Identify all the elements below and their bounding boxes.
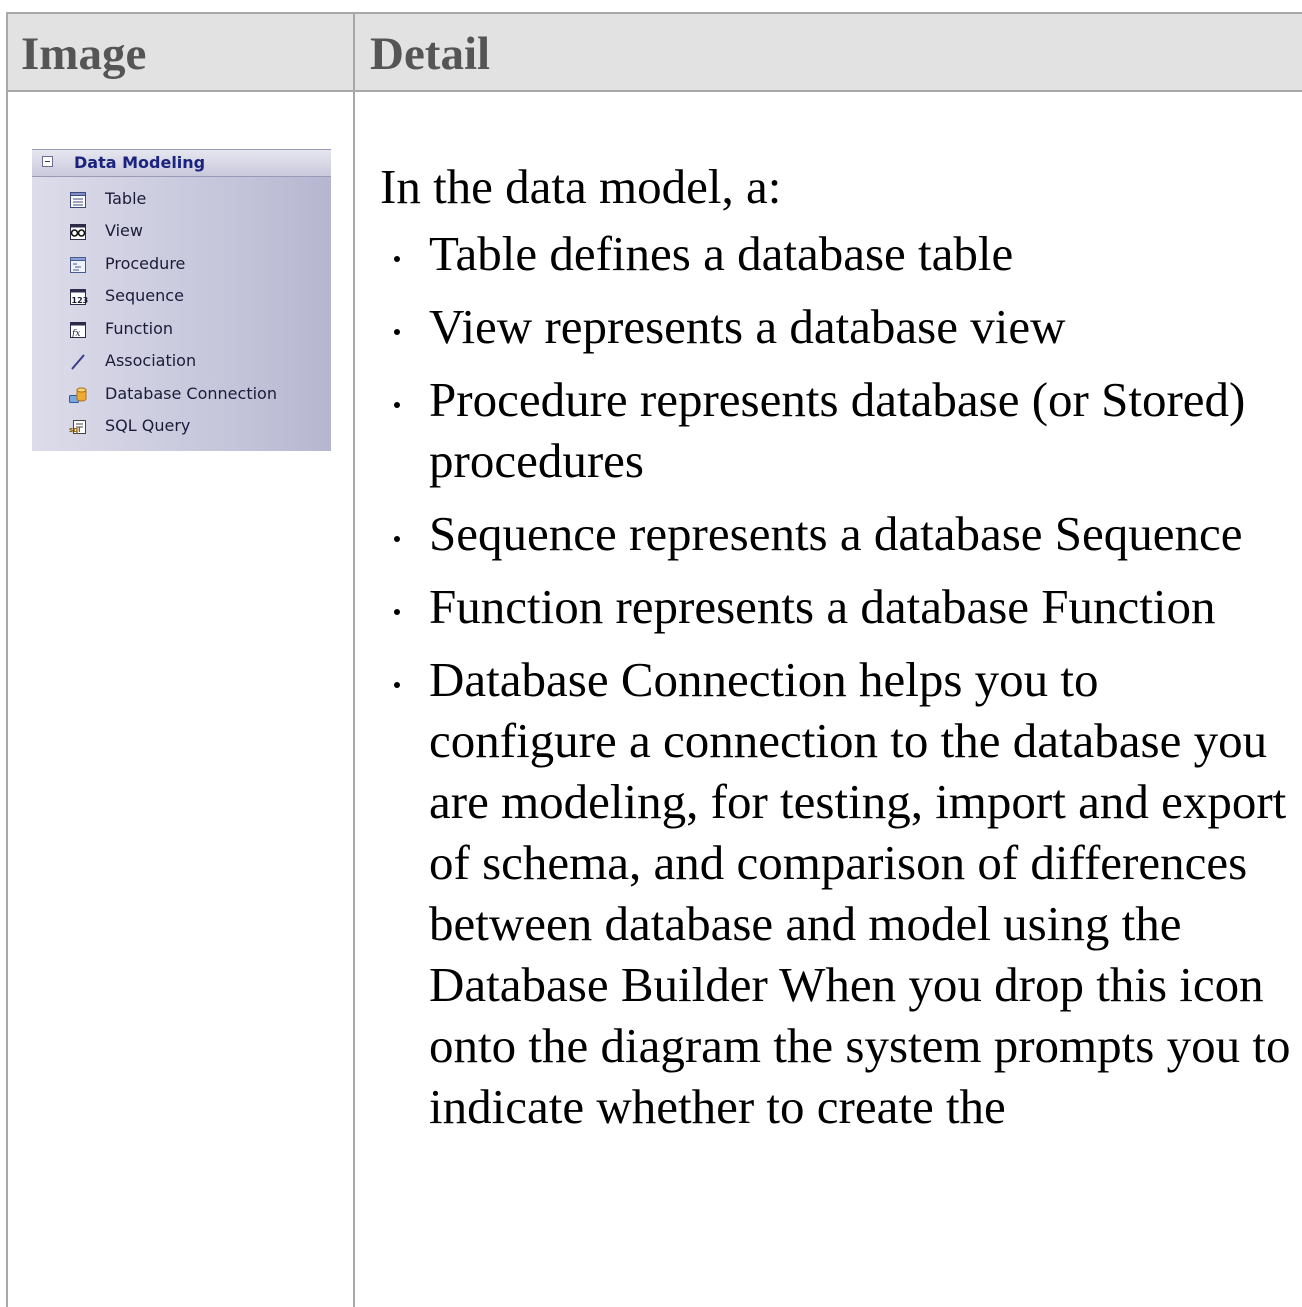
list-item: Table defines a database table <box>380 223 1295 284</box>
list-item: Function represents a database Function <box>380 576 1295 637</box>
table-icon <box>70 192 86 208</box>
association-icon <box>71 354 85 370</box>
toolbox-item-sequence[interactable]: 123 Sequence <box>32 282 331 312</box>
header-image: Image <box>21 28 147 80</box>
toolbox-item-view[interactable]: View <box>32 217 331 247</box>
toolbox-item-label: Function <box>105 319 174 338</box>
list-item: Procedure represents database (or Stored… <box>380 369 1295 491</box>
toolbox-item-label: Table <box>105 189 147 208</box>
list-item: Database Connection helps you to configu… <box>380 649 1295 1137</box>
detail-content: In the data model, a: Table defines a da… <box>380 156 1295 1149</box>
toolbox-item-function[interactable]: fx Function <box>32 315 331 345</box>
sequence-icon: 123 <box>70 289 89 305</box>
svg-text:sql: sql <box>69 426 81 434</box>
toolbox-group-header[interactable]: Data Modeling <box>32 149 331 177</box>
toolbox-item-label: Procedure <box>105 254 186 273</box>
detail-table: Image Detail Data Modeling Table View Pr… <box>6 12 1302 1307</box>
toolbox-group-title: Data Modeling <box>74 153 206 172</box>
toolbox-item-label: Sequence <box>105 286 184 305</box>
sql-query-icon: sql <box>69 420 86 434</box>
view-icon <box>70 224 86 240</box>
svg-text:fx: fx <box>71 329 80 339</box>
list-item: Sequence represents a database Sequence <box>380 503 1295 564</box>
toolbox-item-label: View <box>105 221 143 240</box>
header-detail: Detail <box>370 28 491 80</box>
toolbox-item-association[interactable]: Association <box>32 347 331 377</box>
detail-intro: In the data model, a: <box>380 159 782 214</box>
toolbox-panel: Data Modeling Table View Procedure 123 S… <box>32 149 331 451</box>
toolbox-item-label: Database Connection <box>105 384 277 403</box>
toolbox-item-procedure[interactable]: Procedure <box>32 250 331 280</box>
toolbox-item-table[interactable]: Table <box>32 185 331 215</box>
toolbox-item-label: Association <box>105 351 197 370</box>
table-header-row: Image Detail <box>8 14 1302 92</box>
toolbox-item-database-connection[interactable]: Database Connection <box>32 380 331 410</box>
function-icon: fx <box>70 322 86 339</box>
database-connection-icon <box>69 387 87 403</box>
procedure-icon <box>70 257 86 273</box>
svg-text:123: 123 <box>72 296 89 305</box>
collapse-icon[interactable] <box>42 156 53 167</box>
detail-bullet-list: Table defines a database table View repr… <box>380 223 1295 1137</box>
toolbox-item-sql-query[interactable]: sql SQL Query <box>32 412 331 442</box>
column-divider <box>353 14 355 1307</box>
toolbox-item-label: SQL Query <box>105 416 191 435</box>
list-item: View represents a database view <box>380 296 1295 357</box>
